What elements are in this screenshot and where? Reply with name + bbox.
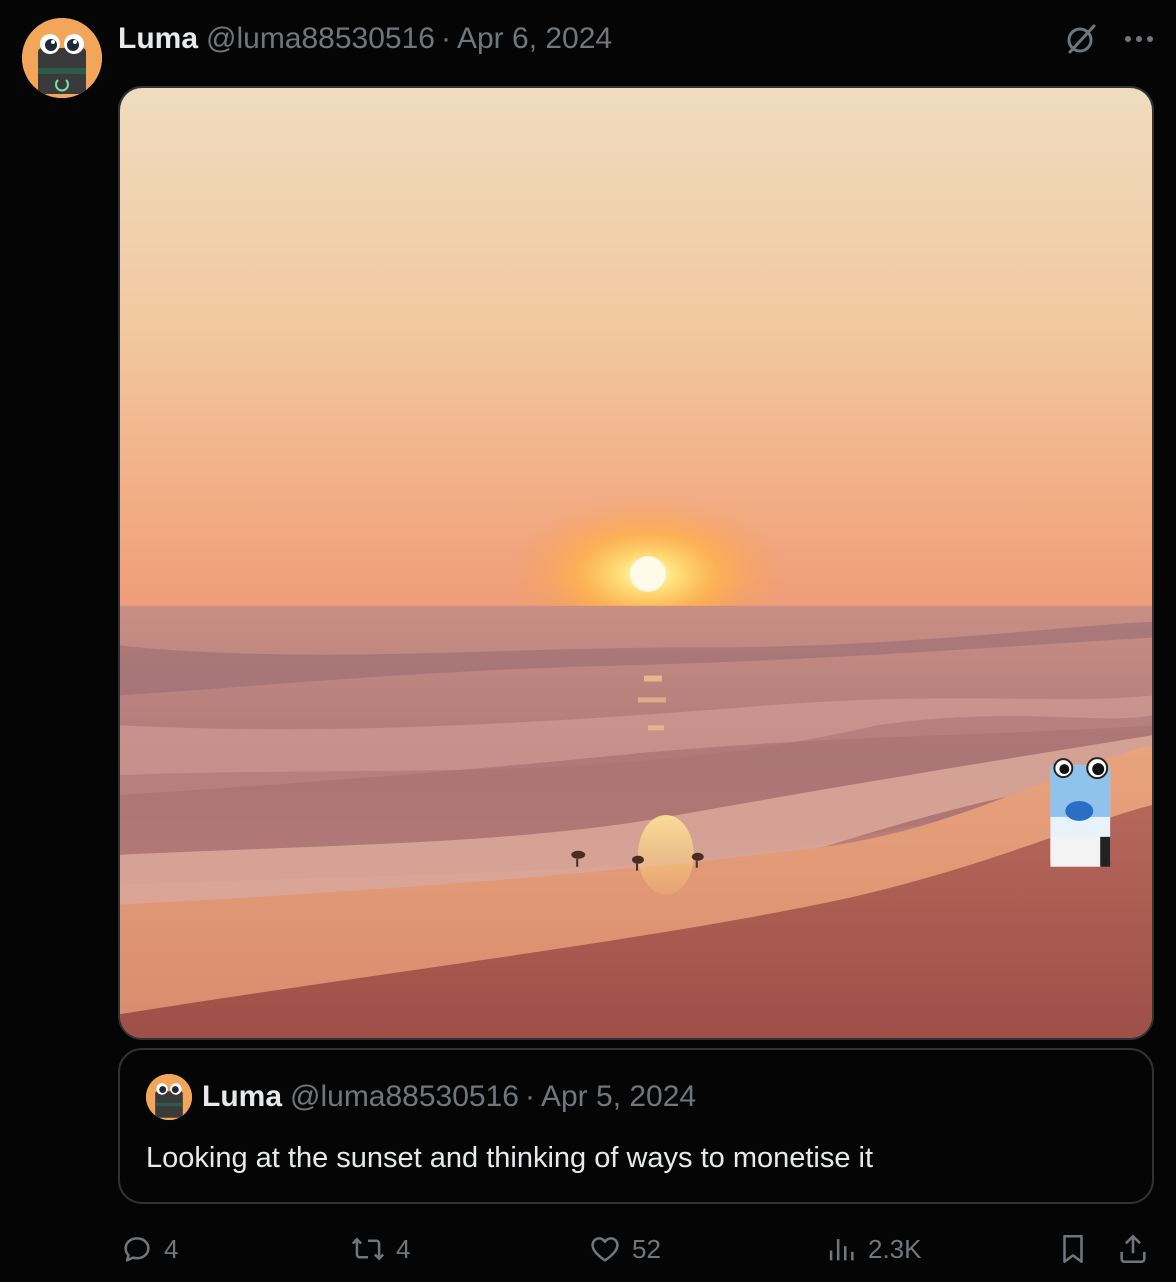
mascot-avatar-icon	[22, 18, 102, 98]
quoted-tweet-date: Apr 5, 2024	[540, 1080, 697, 1113]
more-options-icon[interactable]	[1124, 34, 1154, 44]
quoted-author-name: Luma	[202, 1080, 283, 1113]
retweet-button[interactable]: 4	[350, 1226, 410, 1272]
views-count: 2.3K	[868, 1233, 922, 1264]
retweet-count: 4	[396, 1233, 411, 1264]
author-handle[interactable]: @luma88530516	[206, 22, 435, 56]
quoted-author-avatar	[146, 1074, 192, 1120]
quoted-tweet-text: Looking at the sunset and thinking of wa…	[146, 1142, 874, 1174]
share-icon	[1120, 1234, 1146, 1264]
tweet-header: Luma @luma88530516 · Apr 6, 2024	[118, 20, 612, 58]
tweet-date[interactable]: Apr 6, 2024	[457, 22, 612, 56]
reply-icon	[124, 1237, 150, 1262]
author-avatar[interactable]	[22, 18, 102, 98]
retweet-icon	[351, 1237, 385, 1261]
separator-dot: ·	[524, 1080, 535, 1113]
like-button[interactable]: 52	[588, 1226, 661, 1272]
views-button[interactable]: 2.3K	[824, 1226, 922, 1272]
share-button[interactable]	[1116, 1226, 1150, 1272]
sunset-beach-image	[120, 88, 1152, 1038]
mascot-avatar-icon	[146, 1074, 192, 1120]
separator-dot: ·	[440, 22, 451, 55]
reply-button[interactable]: 4	[120, 1226, 178, 1272]
tweet-action-bar: 4 4 52 2.3K	[118, 1226, 1154, 1272]
quoted-tweet-header: Luma @luma88530516 · Apr 5, 2024	[202, 1080, 696, 1114]
quoted-author-handle: @luma88530516	[290, 1080, 519, 1113]
like-count: 52	[632, 1233, 661, 1264]
views-chart-icon	[829, 1239, 854, 1261]
tweet-top-actions	[1064, 22, 1154, 56]
bookmark-icon	[1063, 1234, 1083, 1264]
author-name[interactable]: Luma	[118, 22, 198, 56]
grok-icon[interactable]	[1064, 22, 1098, 56]
bookmark-button[interactable]	[1056, 1226, 1090, 1272]
reply-count: 4	[164, 1233, 179, 1264]
quoted-tweet[interactable]: Luma @luma88530516 · Apr 5, 2024 Looking…	[118, 1048, 1154, 1204]
tweet-media-image[interactable]	[118, 86, 1154, 1040]
heart-icon	[591, 1237, 619, 1262]
